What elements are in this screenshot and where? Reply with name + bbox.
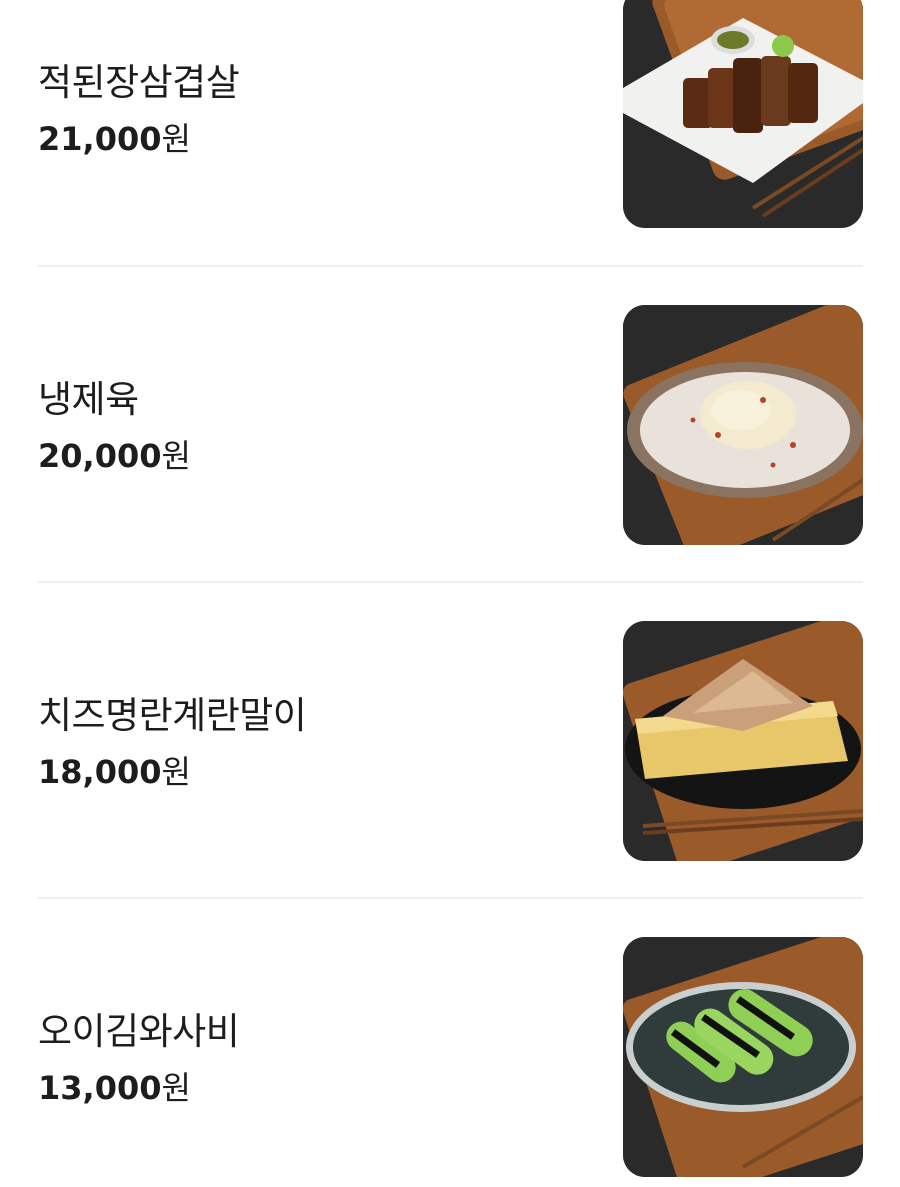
menu-item-text: 냉제육 20,000원 xyxy=(38,378,191,476)
menu-item-rolled-omelette[interactable]: 치즈명란계란말이 18,000원 xyxy=(38,621,863,861)
cold-sliced-pork-illustration xyxy=(623,305,863,545)
menu-item-text: 적된장삼겹살 21,000원 xyxy=(38,61,240,159)
price-currency: 원 xyxy=(161,437,191,475)
menu-item-text: 치즈명란계란말이 18,000원 xyxy=(38,694,307,792)
cucumber-seaweed-wasabi-illustration xyxy=(623,937,863,1177)
menu-item-price: 20,000원 xyxy=(38,436,191,476)
menu-item-price: 18,000원 xyxy=(38,752,306,792)
menu-list: 적된장삼겹살 21,000원 냉제육 20,000원 치즈명란계란말이 18,0… xyxy=(0,0,900,1187)
grilled-pork-belly-illustration xyxy=(623,0,863,228)
divider xyxy=(38,897,863,899)
menu-item-name: 적된장삼겹살 xyxy=(38,61,240,104)
menu-item-name: 냉제육 xyxy=(38,378,139,421)
cold-sliced-pork-image xyxy=(623,305,863,545)
grilled-pork-belly-image xyxy=(623,0,863,228)
price-value: 21,000 xyxy=(38,120,162,158)
menu-item-grilled-pork-belly[interactable]: 적된장삼겹살 21,000원 xyxy=(38,0,863,228)
menu-item-name: 치즈명란계란말이 xyxy=(38,694,307,737)
menu-item-cold-sliced-pork[interactable]: 냉제육 20,000원 xyxy=(38,305,863,545)
rolled-omelette-illustration xyxy=(623,621,863,861)
price-currency: 원 xyxy=(161,120,191,158)
menu-item-price: 21,000원 xyxy=(38,119,239,159)
menu-item-price: 13,000원 xyxy=(38,1068,239,1108)
menu-item-cucumber-seaweed-wasabi[interactable]: 오이김와사비 13,000원 xyxy=(38,937,863,1177)
price-currency: 원 xyxy=(161,1069,191,1107)
menu-item-text: 오이김와사비 13,000원 xyxy=(38,1010,240,1108)
divider xyxy=(38,581,863,583)
menu-item-name: 오이김와사비 xyxy=(38,1010,240,1053)
price-value: 13,000 xyxy=(38,1069,162,1107)
cucumber-seaweed-wasabi-image xyxy=(623,937,863,1177)
price-value: 20,000 xyxy=(38,437,162,475)
divider xyxy=(38,265,863,267)
rolled-omelette-image xyxy=(623,621,863,861)
price-currency: 원 xyxy=(161,753,191,791)
price-value: 18,000 xyxy=(38,753,162,791)
